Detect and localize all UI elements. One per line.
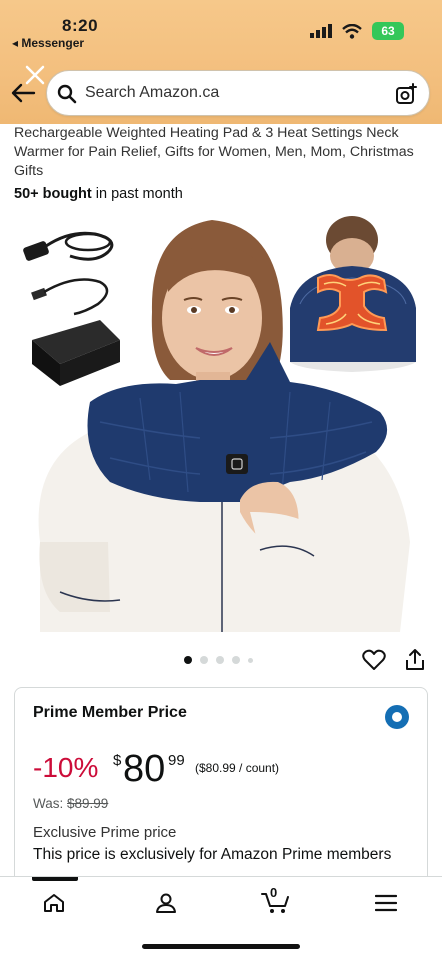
- battery-pack-image: [32, 320, 120, 386]
- price-option-radio[interactable]: [385, 705, 409, 729]
- nav-menu-button[interactable]: [366, 887, 406, 919]
- bought-count-rest: in past month: [91, 186, 183, 202]
- camera-search-icon[interactable]: [395, 83, 417, 105]
- status-icons: 63: [310, 22, 404, 40]
- price-fraction: 99: [168, 752, 185, 769]
- battery-icon: 63: [372, 22, 404, 40]
- price-option-title: Prime Member Price: [33, 704, 187, 721]
- home-indicator: [142, 944, 300, 949]
- exclusive-prime-title: Exclusive Prime price: [33, 824, 177, 841]
- product-title[interactable]: Rechargeable Weighted Heating Pad & 3 He…: [14, 124, 434, 181]
- signal-icon: [310, 24, 332, 38]
- home-icon: [44, 894, 64, 912]
- nav-account-button[interactable]: [146, 887, 186, 919]
- account-icon: [156, 893, 176, 913]
- price-currency: $: [113, 752, 122, 769]
- cart-count: 0: [270, 885, 278, 900]
- wifi-icon: [342, 23, 362, 39]
- search-bar[interactable]: [46, 70, 430, 116]
- discount-percent: -10%: [33, 752, 99, 783]
- unit-price: ($80.99 / count): [195, 761, 280, 775]
- price-whole: 80: [123, 748, 166, 790]
- charger-cable-image: [23, 231, 114, 261]
- was-label: Was:: [33, 796, 64, 811]
- carousel-dot[interactable]: [200, 656, 208, 664]
- heating-inset-image: [290, 216, 416, 372]
- search-input[interactable]: [85, 71, 385, 115]
- share-icon[interactable]: [404, 648, 426, 672]
- was-price: Was: $89.99: [33, 796, 108, 811]
- carousel-dot[interactable]: [248, 657, 253, 663]
- nav-cart-button[interactable]: 0: [256, 885, 296, 919]
- active-tab-indicator: [32, 877, 78, 881]
- heart-icon[interactable]: [362, 649, 386, 671]
- carousel-dot[interactable]: [232, 656, 240, 664]
- carousel-dot[interactable]: [216, 656, 224, 664]
- exclusive-prime-description: This price is exclusively for Amazon Pri…: [33, 846, 392, 863]
- status-time: 8:20: [62, 16, 99, 35]
- bought-count: 50+ bought in past month: [14, 186, 183, 202]
- image-carousel-dots[interactable]: [184, 656, 253, 664]
- was-price-value: $89.99: [67, 796, 109, 811]
- product-image[interactable]: [0, 212, 442, 632]
- usb-cable-image: [31, 278, 109, 316]
- search-icon[interactable]: [57, 84, 77, 104]
- back-arrow-icon[interactable]: [10, 82, 36, 104]
- back-to-messenger-link[interactable]: ◂ Messenger: [12, 36, 84, 50]
- nav-home-button[interactable]: [34, 887, 74, 919]
- bought-count-bold: 50+ bought: [14, 186, 92, 202]
- carousel-dot[interactable]: [184, 656, 192, 664]
- app-header: 8:20 ◂ Messenger 63: [0, 0, 442, 124]
- menu-icon: [375, 894, 397, 912]
